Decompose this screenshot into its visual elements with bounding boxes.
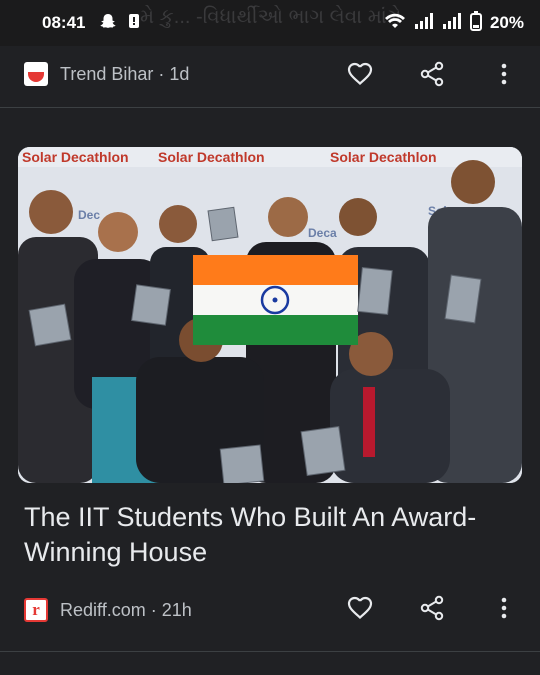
card-actions	[302, 60, 518, 88]
india-flag	[193, 255, 358, 345]
heart-outline-icon[interactable]	[346, 60, 374, 88]
banner-text-2: Solar Decathlon	[158, 149, 265, 165]
article-headline[interactable]: The IIT Students Who Built An Award-Winn…	[24, 500, 514, 570]
battery-percent: 20%	[489, 13, 524, 32]
article-photo[interactable]: Solar Decathlon Solar Decathlon Solar De…	[18, 147, 522, 483]
article-card[interactable]: Solar Decathlon Solar Decathlon Solar De…	[0, 116, 540, 651]
source-label: Trend Bihar · 1d	[60, 63, 190, 84]
share-icon[interactable]	[418, 594, 446, 622]
signal-icon-sim1	[414, 12, 434, 35]
more-vert-icon[interactable]	[490, 60, 518, 88]
heart-outline-icon[interactable]	[346, 594, 374, 622]
share-icon[interactable]	[418, 60, 446, 88]
banner-text-1: Solar Decathlon	[22, 149, 129, 165]
rediff-logo: r	[24, 598, 48, 622]
status-time: 08:41	[42, 13, 86, 32]
article-actions	[302, 594, 518, 622]
article-source-row[interactable]: r Rediff.com · 21h	[24, 598, 192, 622]
more-vert-icon[interactable]	[490, 594, 518, 622]
previous-article-footer: Trend Bihar · 1d	[0, 46, 540, 108]
wifi-icon	[384, 12, 406, 35]
article-source-label: Rediff.com · 21h	[60, 599, 192, 620]
banner-text-3: Solar Decathlon	[330, 149, 437, 165]
snapchat-icon	[99, 12, 117, 35]
svg-text:Dec: Dec	[78, 208, 100, 222]
battery-icon	[469, 10, 482, 36]
status-bar: મે કુ... -વિધાર્થીઓ ભાગ લેવા માંગે 08:41…	[0, 0, 540, 46]
svg-text:Deca: Deca	[308, 226, 337, 240]
trend-bihar-logo	[24, 62, 48, 86]
status-bar-background-text: મે કુ... -વિધાર્થીઓ ભાગ લેવા માંગે	[140, 6, 402, 28]
next-card-divider	[0, 651, 540, 675]
source-row[interactable]: Trend Bihar · 1d	[24, 62, 189, 86]
signal-icon-sim2	[442, 12, 462, 35]
notification-icon	[127, 12, 141, 35]
